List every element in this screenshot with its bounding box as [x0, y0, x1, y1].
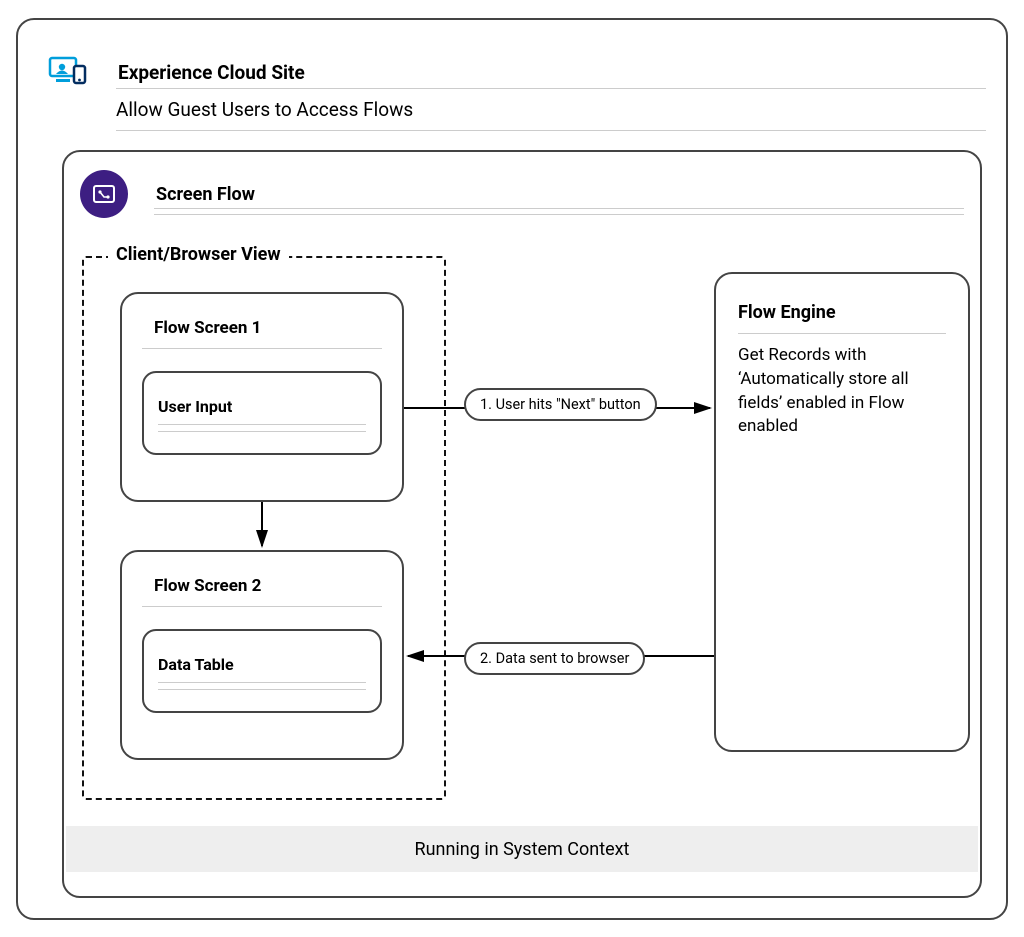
divider: [116, 88, 986, 89]
flow-engine: Flow Engine Get Records with ‘Automatica…: [714, 272, 970, 752]
divider: [158, 431, 366, 432]
divider: [738, 333, 946, 334]
header-title: Experience Cloud Site: [118, 61, 305, 84]
divider: [154, 214, 964, 215]
engine-title: Flow Engine: [738, 302, 946, 323]
client-browser-label: Client/Browser View: [108, 244, 289, 265]
divider: [142, 348, 382, 349]
arrow-label-1: 1. User hits "Next" button: [464, 388, 657, 421]
card-title: Flow Screen 1: [154, 318, 402, 338]
screen-flow-panel: Screen Flow Client/Browser View Flow Scr…: [62, 150, 982, 898]
card-title: Flow Screen 2: [154, 576, 402, 596]
screen-flow-icon: [80, 170, 128, 218]
divider: [158, 424, 366, 425]
divider: [142, 606, 382, 607]
experience-cloud-icon: [48, 56, 88, 88]
divider: [158, 689, 366, 690]
data-table-component: Data Table: [142, 629, 382, 713]
outer-frame: Experience Cloud Site Allow Guest Users …: [16, 18, 1008, 920]
footer-bar: Running in System Context: [66, 826, 978, 872]
inner-title: Data Table: [158, 655, 380, 674]
flow-screen-2: Flow Screen 2 Data Table: [120, 550, 404, 760]
divider: [158, 682, 366, 683]
divider: [154, 208, 964, 209]
flow-screen-1: Flow Screen 1 User Input: [120, 292, 404, 502]
footer-text: Running in System Context: [415, 839, 630, 860]
flow-header: Screen Flow: [80, 170, 255, 218]
inner-title: User Input: [158, 397, 380, 416]
flow-title: Screen Flow: [156, 184, 255, 205]
divider: [116, 130, 986, 131]
header: Experience Cloud Site: [48, 56, 305, 88]
arrow-label-2: 2. Data sent to browser: [464, 642, 645, 675]
engine-body: Get Records with ‘Automatically store al…: [738, 344, 946, 439]
user-input-component: User Input: [142, 371, 382, 455]
header-subtitle: Allow Guest Users to Access Flows: [116, 98, 413, 121]
